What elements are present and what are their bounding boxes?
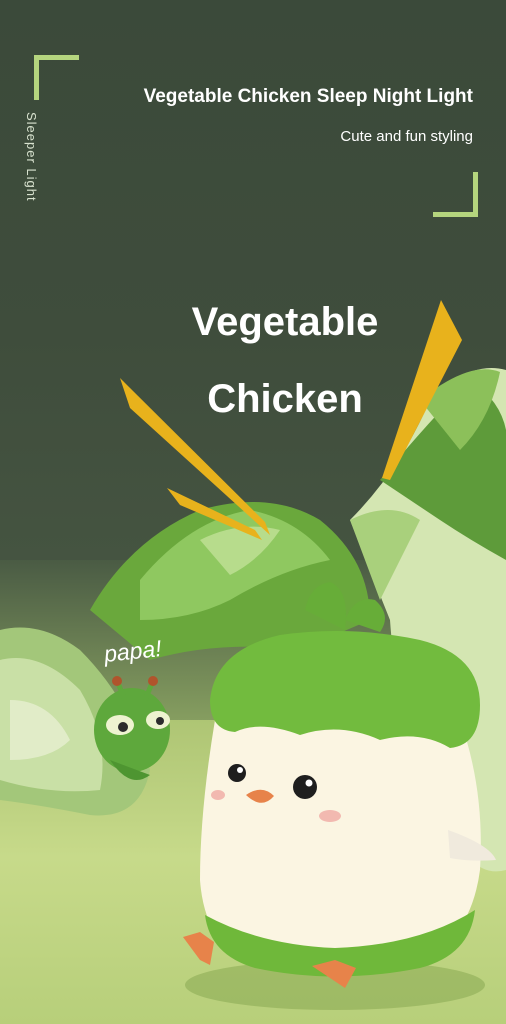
vertical-label: Sleeper Light xyxy=(24,112,39,202)
hero-title-line-1: Vegetable xyxy=(191,300,379,344)
corner-bracket-top-left xyxy=(34,55,79,100)
page-title: Vegetable Chicken Sleep Night Light xyxy=(143,86,473,107)
page-subtitle: Cute and fun styling xyxy=(340,128,473,145)
hero-title-line-2: Chicken xyxy=(207,377,363,421)
corner-bracket-bottom-right xyxy=(433,172,478,217)
product-scene xyxy=(0,300,506,1010)
